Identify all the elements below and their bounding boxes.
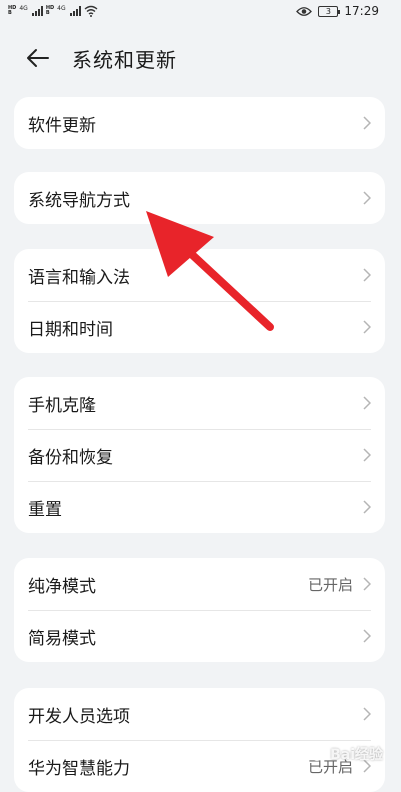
chevron-right-icon: [363, 396, 371, 410]
setting-label: 华为智慧能力: [28, 759, 130, 779]
setting-system-navigation[interactable]: 系统导航方式: [14, 172, 385, 224]
setting-label: 备份和恢复: [28, 448, 113, 468]
chevron-right-icon: [363, 707, 371, 721]
sim1-badge: HD B: [8, 6, 16, 16]
watermark-text: Bai经验: [330, 747, 383, 763]
sim1-line2: B: [8, 10, 12, 16]
setting-language-input[interactable]: 语言和输入法: [14, 249, 385, 301]
sim2-badge: HD B: [46, 6, 54, 16]
settings-group: 开发人员选项 华为智慧能力 已开启: [14, 688, 385, 792]
chevron-right-icon: [363, 500, 371, 514]
setting-label: 开发人员选项: [28, 707, 130, 727]
clock: 17:29: [344, 4, 379, 18]
settings-group: 软件更新: [14, 97, 385, 149]
page-title: 系统和更新: [72, 48, 177, 72]
header: 系统和更新: [0, 36, 401, 80]
chevron-right-icon: [363, 448, 371, 462]
signal-icon: [31, 6, 43, 16]
setting-pure-mode[interactable]: 纯净模式 已开启: [14, 558, 385, 610]
setting-label: 重置: [28, 500, 62, 520]
setting-value: 已开启: [307, 576, 353, 594]
setting-reset[interactable]: 重置: [14, 481, 385, 533]
settings-group: 语言和输入法 日期和时间: [14, 249, 385, 353]
chevron-right-icon: [363, 116, 371, 130]
network-type-2: 4G: [57, 5, 66, 12]
setting-label: 日期和时间: [28, 320, 113, 340]
status-bar: HD B 4G HD B 4G 3 17:29: [0, 0, 401, 26]
setting-label: 语言和输入法: [28, 268, 130, 288]
network-type-1: 4G: [19, 5, 28, 12]
setting-label: 简易模式: [28, 629, 96, 649]
chevron-right-icon: [363, 629, 371, 643]
sim2-line2: B: [45, 10, 50, 16]
setting-simple-mode[interactable]: 简易模式: [14, 610, 385, 662]
status-left: HD B 4G HD B 4G: [8, 5, 98, 17]
paw-logo-icon: [310, 746, 325, 761]
setting-label: 纯净模式: [28, 577, 96, 597]
setting-label: 手机克隆: [28, 396, 96, 416]
chevron-right-icon: [363, 191, 371, 205]
setting-phone-clone[interactable]: 手机克隆: [14, 377, 385, 429]
watermark: Bai经验: [308, 744, 383, 764]
setting-software-update[interactable]: 软件更新: [14, 97, 385, 149]
chevron-right-icon: [363, 320, 371, 334]
settings-group: 纯净模式 已开启 简易模式: [14, 558, 385, 662]
settings-group: 系统导航方式: [14, 172, 385, 224]
setting-backup-restore[interactable]: 备份和恢复: [14, 429, 385, 481]
setting-developer-options[interactable]: 开发人员选项: [14, 688, 385, 740]
wifi-icon: [84, 5, 98, 17]
setting-label: 系统导航方式: [28, 191, 130, 211]
chevron-right-icon: [363, 577, 371, 591]
battery-icon: 3: [318, 5, 341, 17]
setting-date-time[interactable]: 日期和时间: [14, 301, 385, 353]
chevron-right-icon: [363, 268, 371, 282]
status-right: 3 17:29: [296, 4, 379, 18]
back-arrow-icon[interactable]: [26, 48, 50, 68]
signal-icon-2: [69, 6, 81, 16]
eye-comfort-icon: [296, 6, 313, 16]
setting-label: 软件更新: [28, 116, 96, 136]
settings-group: 手机克隆 备份和恢复 重置: [14, 377, 385, 533]
